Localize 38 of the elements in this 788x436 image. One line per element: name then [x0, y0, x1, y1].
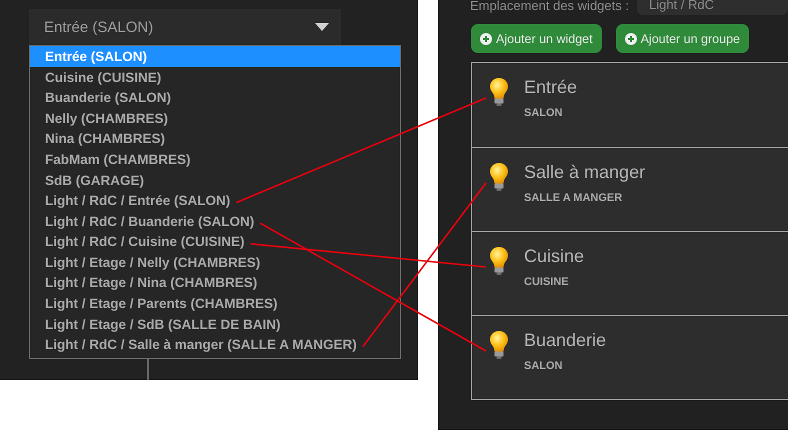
- dropdown-option[interactable]: SdB (GARAGE): [30, 170, 400, 190]
- room-select[interactable]: Entrée (SALON): [29, 9, 341, 46]
- dropdown-option[interactable]: Light / Etage / Nelly (CHAMBRES): [30, 252, 400, 273]
- widget-row[interactable]: Salle à manger SALLE A MANGER: [472, 147, 788, 231]
- dropdown-option[interactable]: Light / Etage / SdB (SALLE DE BAIN): [30, 314, 400, 334]
- caret-icon: [315, 23, 329, 32]
- dropdown-option[interactable]: Light / RdC / Cuisine (CUISINE): [30, 232, 400, 252]
- widget-title: Salle à manger: [524, 162, 646, 183]
- location-label: Emplacement des widgets :: [470, 0, 629, 13]
- widget-room: SALLE A MANGER: [524, 192, 624, 204]
- widget-room: CUISINE: [524, 276, 570, 288]
- widget-title: Cuisine: [524, 246, 584, 267]
- widget-row[interactable]: Entrée SALON: [472, 63, 788, 147]
- add-button[interactable]: Ajouter un widget: [471, 24, 602, 53]
- dropdown-option[interactable]: Buanderie (SALON): [30, 87, 400, 108]
- dropdown-option[interactable]: Nina (CHAMBRES): [30, 128, 400, 150]
- widget-title: Entrée: [524, 77, 578, 98]
- dropdown-option[interactable]: Light / Etage / Parents (CHAMBRES): [30, 293, 400, 314]
- widget-row[interactable]: Cuisine CUISINE: [472, 231, 788, 315]
- dropdown-option[interactable]: Light / RdC / Entrée (SALON): [30, 190, 400, 211]
- dropdown-option[interactable]: Cuisine (CUISINE): [30, 66, 400, 88]
- light-bulb-icon: [488, 77, 510, 107]
- widget-room: SALON: [524, 107, 564, 119]
- dropdown-option[interactable]: Light / RdC / Buanderie (SALON): [30, 210, 400, 232]
- widget-title: Buanderie: [524, 330, 606, 351]
- plus-circle-icon: [480, 32, 492, 44]
- dropdown-option[interactable]: Nelly (CHAMBRES): [30, 108, 400, 129]
- widget-room: SALON: [524, 360, 564, 372]
- plus-circle-icon: [624, 32, 637, 44]
- dropdown-option[interactable]: Entrée (SALON): [30, 46, 400, 67]
- widget-row[interactable]: Buanderie SALON: [472, 315, 788, 399]
- light-bulb-icon: [488, 330, 510, 360]
- dropdown-option[interactable]: Light / Etage / Nina (CHAMBRES): [30, 272, 400, 294]
- add-button[interactable]: Ajouter un groupe: [616, 24, 749, 53]
- dropdown-option[interactable]: Light / RdC / Salle à manger (SALLE A MANGER): [30, 334, 400, 356]
- light-bulb-icon: [488, 162, 510, 192]
- dropdown-option[interactable]: FabMam (CHAMBRES): [30, 149, 400, 170]
- light-bulb-icon: [488, 246, 510, 276]
